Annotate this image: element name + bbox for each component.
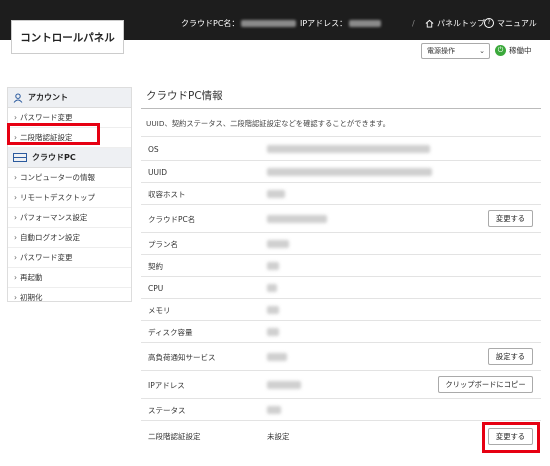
pc-name-value-redacted xyxy=(267,215,327,223)
table-row-contract: 契約 xyxy=(141,254,541,277)
chevron-right-icon: › xyxy=(14,233,17,242)
high-load-redacted xyxy=(267,353,287,361)
cpu-redacted xyxy=(267,284,277,292)
sidebar-item-reset[interactable]: › 初期化 xyxy=(8,288,131,307)
help-icon: ? xyxy=(484,18,494,28)
title-divider xyxy=(141,108,541,109)
logo-text: コントロールパネル xyxy=(20,31,115,44)
sidebar-item-restart[interactable]: › 再起動 xyxy=(8,268,131,288)
status-redacted xyxy=(267,406,281,414)
contract-redacted xyxy=(267,262,279,270)
ip-label: IPアドレス： xyxy=(300,18,348,28)
pc-name-redacted xyxy=(241,19,297,27)
sidebar-item-two-factor[interactable]: › 二段階認証設定 xyxy=(8,128,131,148)
table-row-high-load: 高負荷通知サービス 設定する xyxy=(141,342,541,371)
logo[interactable]: コントロールパネル xyxy=(11,20,124,54)
copy-to-clipboard-button[interactable]: クリップボードにコピー xyxy=(438,376,533,393)
chevron-right-icon: › xyxy=(14,213,17,222)
chevron-right-icon: › xyxy=(14,293,17,302)
chevron-right-icon: › xyxy=(14,133,17,142)
plan-redacted xyxy=(267,240,289,248)
sidebar: アカウント › パスワード変更 › 二段階認証設定 クラウドPC › コンピューターの… xyxy=(7,87,132,302)
two-factor-value: 未設定 xyxy=(267,431,290,441)
sidebar-item-auto-logon[interactable]: › 自動ログオン設定 xyxy=(8,228,131,248)
table-row-disk: ディスク容量 xyxy=(141,320,541,343)
status-label: 稼働中 xyxy=(509,46,532,55)
user-icon xyxy=(13,93,23,103)
sidebar-item-performance[interactable]: › パフォーマンス設定 xyxy=(8,208,131,228)
chevron-right-icon: › xyxy=(14,193,17,202)
sidebar-heading-account: アカウント xyxy=(8,88,131,108)
high-load-settings-button[interactable]: 設定する xyxy=(488,348,533,365)
table-row-two-factor: 二段階認証設定 未設定 変更する xyxy=(141,420,541,451)
table-row-cpu: CPU xyxy=(141,276,541,299)
sidebar-item-computer-info[interactable]: › コンピューターの情報 xyxy=(8,168,131,188)
os-redacted xyxy=(267,145,430,153)
manual-link[interactable]: ? マニュアル xyxy=(484,16,537,30)
ip-info: IPアドレス： xyxy=(300,16,382,30)
sidebar-heading-cloud-pc: クラウドPC xyxy=(8,148,131,168)
change-two-factor-button[interactable]: 変更する xyxy=(488,428,533,445)
chevron-right-icon: › xyxy=(14,113,17,122)
host-redacted xyxy=(267,190,285,198)
page-title: クラウドPC情報 xyxy=(146,90,223,102)
home-icon xyxy=(425,19,434,28)
chevron-down-icon: ⌄ xyxy=(479,47,485,55)
panel-top-link[interactable]: パネルトップ xyxy=(425,16,485,30)
table-row-pc-name: クラウドPC名 変更する xyxy=(141,204,541,233)
pc-name-label: クラウドPC名： xyxy=(181,18,240,28)
page-description: UUID、契約ステータス、二段階認証設定などを確認することができます。 xyxy=(146,119,390,128)
power-status-icon: ⏻ xyxy=(495,45,506,56)
memory-redacted xyxy=(267,306,279,314)
table-row-memory: メモリ xyxy=(141,298,541,321)
table-row-plan: プラン名 xyxy=(141,232,541,255)
table-row-ip: IPアドレス クリップボードにコピー xyxy=(141,370,541,399)
table-row-os: OS xyxy=(141,136,541,161)
table-row-uuid: UUID xyxy=(141,160,541,183)
sidebar-item-pc-password[interactable]: › パスワード変更 xyxy=(8,248,131,268)
chevron-right-icon: › xyxy=(14,173,17,182)
server-icon xyxy=(13,153,27,162)
pc-name-info: クラウドPC名： xyxy=(181,16,297,30)
sidebar-item-password-change[interactable]: › パスワード変更 xyxy=(8,108,131,128)
ip-redacted xyxy=(349,19,382,27)
table-row-host: 収容ホスト xyxy=(141,182,541,205)
header-divider: / xyxy=(412,18,415,28)
uuid-redacted xyxy=(267,168,432,176)
change-pc-name-button[interactable]: 変更する xyxy=(488,210,533,227)
chevron-right-icon: › xyxy=(14,273,17,282)
table-row-status: ステータス xyxy=(141,398,541,421)
ip-value-redacted xyxy=(267,381,301,389)
sidebar-item-remote-desktop[interactable]: › リモートデスクトップ xyxy=(8,188,131,208)
disk-redacted xyxy=(267,328,279,336)
power-select[interactable]: 電源操作 ⌄ xyxy=(421,43,490,59)
chevron-right-icon: › xyxy=(14,253,17,262)
